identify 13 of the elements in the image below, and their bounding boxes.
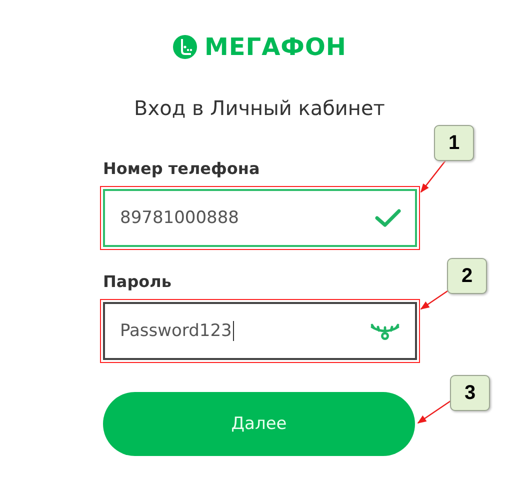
logo-text: МЕГАФОН xyxy=(204,33,346,61)
callout-arrow xyxy=(420,160,447,193)
callout-number: 2 xyxy=(447,258,487,294)
callout-number: 3 xyxy=(450,375,490,411)
field-label: Пароль xyxy=(103,272,172,292)
field-label: Номер телефона xyxy=(103,159,261,179)
eye-icon[interactable] xyxy=(369,321,401,341)
input-field[interactable]: 89781000888 xyxy=(103,189,417,247)
logo-icon xyxy=(172,35,197,59)
input-field[interactable]: Password123 xyxy=(103,302,417,360)
check-icon xyxy=(375,208,401,228)
callout-number: 1 xyxy=(434,125,474,161)
page-title: Вход в Личный кабинет xyxy=(134,95,385,121)
